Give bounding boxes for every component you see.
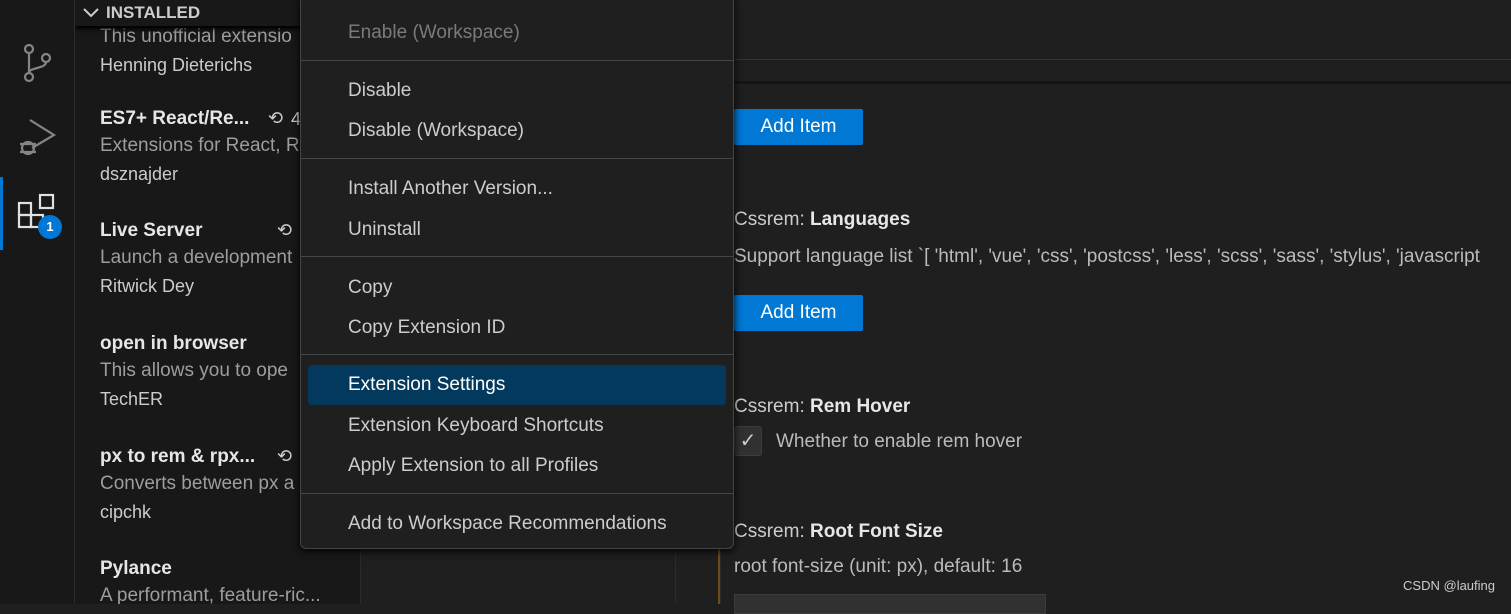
extension-name: Pylance — [100, 558, 172, 579]
menu-item-apply-to-all-profiles[interactable]: Apply Extension to all Profiles — [308, 446, 726, 486]
menu-item-disable[interactable]: Disable — [308, 71, 726, 111]
section-title: INSTALLED — [106, 3, 201, 22]
menu-separator — [301, 158, 733, 159]
history-icon: ⟲ — [277, 446, 293, 466]
menu-item-copy[interactable]: Copy — [308, 268, 726, 308]
menu-separator — [301, 354, 733, 355]
chevron-down-icon — [83, 8, 99, 18]
menu-separator — [301, 493, 733, 494]
context-menu: Enable (Workspace) Disable Disable (Work… — [300, 0, 734, 549]
divider — [721, 81, 1511, 84]
extension-description: A performant, feature-ric... — [100, 585, 321, 604]
run-debug-icon[interactable] — [17, 118, 57, 158]
history-icon: ⟲ — [268, 108, 284, 128]
menu-item-copy-extension-id[interactable]: Copy Extension ID — [308, 308, 726, 348]
activity-bar: 1 — [0, 0, 75, 604]
divider — [721, 59, 1511, 60]
setting-description: root font-size (unit: px), default: 16 — [734, 556, 1023, 577]
setting-title-rem-hover: Cssrem: Rem Hover — [734, 396, 910, 418]
setting-prefix: Cssrem: — [734, 521, 810, 542]
menu-separator — [301, 60, 733, 61]
settings-editor: Add Item Cssrem: Languages Support langu… — [720, 0, 1511, 614]
extension-item[interactable]: Pylance A performant, feature-ric... — [100, 558, 360, 604]
watermark: CSDN @laufing — [1403, 578, 1495, 593]
add-item-button[interactable]: Add Item — [734, 109, 863, 145]
extensions-badge: 1 — [38, 215, 62, 239]
menu-item-extension-settings[interactable]: Extension Settings — [308, 365, 726, 405]
active-indicator — [0, 177, 3, 250]
rem-hover-checkbox[interactable]: ✓ — [734, 426, 762, 456]
root-font-size-input[interactable] — [734, 594, 1046, 614]
add-item-button[interactable]: Add Item — [734, 295, 863, 331]
menu-separator — [301, 256, 733, 257]
setting-title-languages: Cssrem: Languages — [734, 209, 910, 231]
menu-item-uninstall[interactable]: Uninstall — [308, 210, 726, 250]
setting-name: Languages — [810, 209, 911, 230]
setting-name: Root Font Size — [810, 521, 943, 542]
menu-item-enable-workspace: Enable (Workspace) — [348, 22, 520, 43]
check-icon: ✓ — [739, 430, 757, 452]
history-icon: ⟲ — [277, 220, 293, 240]
menu-item-add-to-workspace-recommendations[interactable]: Add to Workspace Recommendations — [308, 504, 726, 544]
source-control-icon[interactable] — [17, 43, 57, 83]
setting-description: Support language list `[ 'html', 'vue', … — [734, 246, 1480, 267]
chevron-icon[interactable] — [17, 0, 57, 26]
menu-item-install-another-version[interactable]: Install Another Version... — [308, 169, 726, 209]
setting-description: Whether to enable rem hover — [776, 431, 1023, 452]
menu-item-disable-workspace[interactable]: Disable (Workspace) — [308, 111, 726, 151]
setting-name: Rem Hover — [810, 396, 911, 417]
setting-prefix: Cssrem: — [734, 396, 810, 417]
setting-title-root-font-size: Cssrem: Root Font Size — [734, 521, 943, 543]
menu-item-keyboard-shortcuts[interactable]: Extension Keyboard Shortcuts — [308, 406, 726, 446]
setting-prefix: Cssrem: — [734, 209, 810, 230]
